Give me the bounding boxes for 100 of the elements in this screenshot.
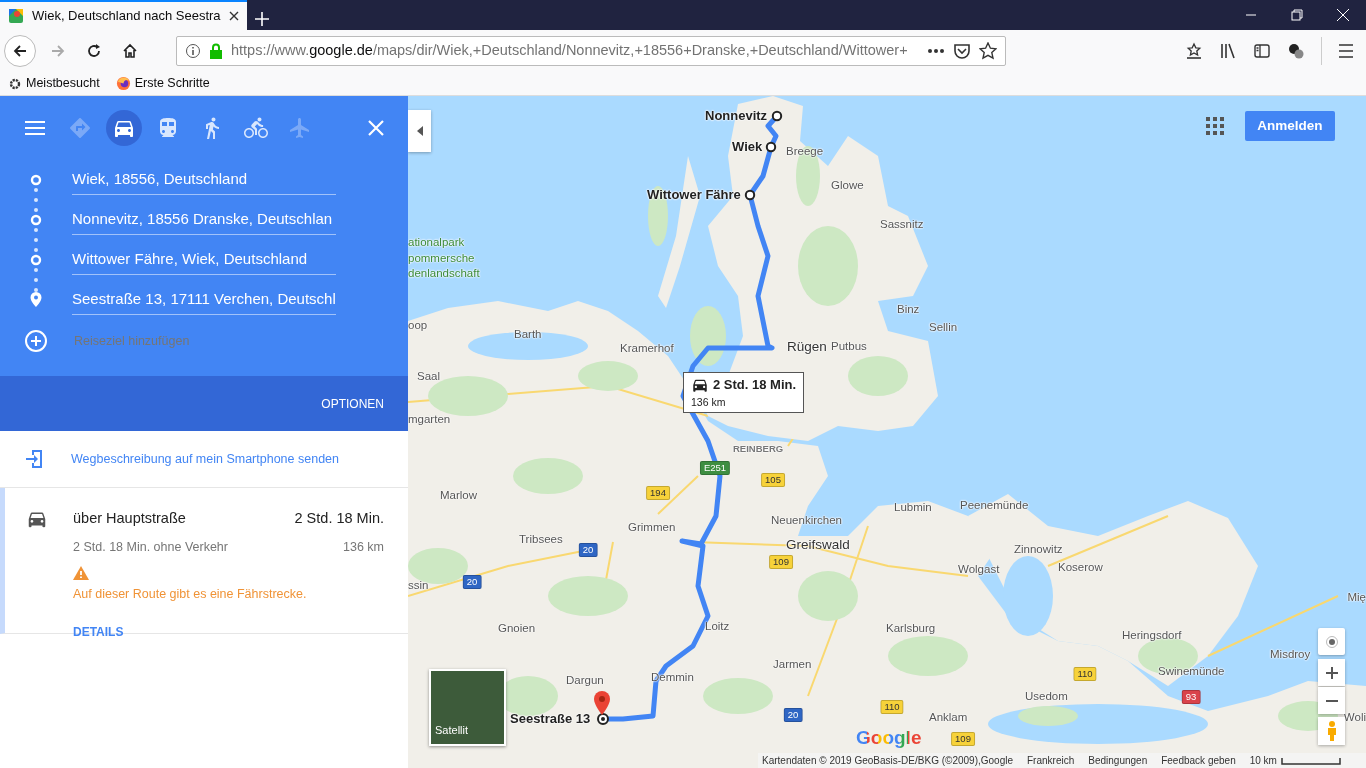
waypoint-marker-icon	[744, 189, 756, 201]
road-number-sign: 20	[578, 543, 598, 557]
fox-globe-icon	[115, 76, 131, 91]
locate-icon	[1324, 634, 1339, 649]
forest-area	[848, 356, 908, 396]
grid-icon	[1206, 117, 1224, 135]
pocket-icon	[953, 43, 971, 59]
location-field[interactable]: Seestraße 13, 17111 Verchen, Deutschl	[72, 285, 336, 315]
left-arrow-icon	[12, 43, 28, 59]
collapse-panel-button[interactable]	[408, 110, 431, 152]
route-name: über Hauptstraße	[73, 509, 186, 528]
plus-icon	[1325, 666, 1338, 679]
route-distance: 136 km	[343, 538, 384, 556]
place-label: Rügen	[787, 337, 827, 356]
place-label: Lubmin	[894, 500, 932, 516]
scale-label: 10 km	[1249, 754, 1277, 768]
waypoint-marker-icon	[771, 110, 783, 122]
place-label: Barth	[514, 327, 542, 343]
location-field[interactable]: Wiek, 18556, Deutschland	[72, 165, 336, 195]
place-label: Woli	[1343, 710, 1366, 726]
forest-area	[798, 571, 858, 621]
my-location-button[interactable]	[1318, 628, 1345, 655]
apps-button[interactable]	[1206, 117, 1224, 135]
bookmark-link[interactable]: Meistbesucht	[8, 74, 100, 93]
route-subtitle: 2 Std. 18 Min. ohne Verkehr	[73, 538, 228, 556]
place-label: Wolgast	[958, 562, 1000, 578]
more-dots-icon	[927, 48, 945, 54]
reading-list-button[interactable]	[1185, 42, 1203, 60]
close-window-icon	[1336, 8, 1350, 22]
map-pin-icon	[594, 691, 610, 715]
options-button[interactable]: OPTIONEN	[321, 394, 384, 413]
close-icon	[228, 11, 239, 21]
left-triangle-icon	[416, 126, 423, 136]
spheres-icon	[1287, 42, 1305, 60]
add-destination-field[interactable]: Reiseziel hinzufügen	[72, 330, 332, 352]
menu-icon	[1338, 44, 1354, 58]
right-arrow-icon	[50, 43, 66, 59]
place-label: Zinnowitz	[1014, 542, 1063, 558]
page-actions-button[interactable]	[927, 48, 945, 54]
send-to-phone-link[interactable]: Wegbeschreibung auf mein Smartphone senden	[0, 431, 408, 488]
place-label: Wittower Fähre	[647, 186, 741, 205]
footer-link[interactable]: Feedback geben	[1161, 753, 1236, 768]
place-label: ationalpark	[408, 235, 465, 251]
route-duration: 2 Std. 18 Min.	[294, 509, 384, 528]
library-icon	[1219, 42, 1237, 60]
info-icon	[185, 43, 201, 59]
pocket-button[interactable]	[953, 43, 971, 59]
new-tab-button[interactable]	[254, 12, 269, 26]
menu-button[interactable]	[1338, 44, 1354, 58]
library-button[interactable]	[1219, 42, 1237, 60]
close-button[interactable]	[368, 120, 384, 136]
place-label: Loitz	[705, 619, 730, 635]
restore-icon	[1290, 8, 1304, 22]
minimize-icon	[1246, 14, 1256, 16]
road-number-sign: 20	[783, 708, 803, 722]
bookmark-star-button[interactable]	[979, 42, 997, 60]
footer-link[interactable]: Frankreich	[1027, 753, 1075, 768]
bookmark-link[interactable]: Erste Schritte	[115, 74, 210, 93]
location-field[interactable]: Nonnevitz, 18556 Dranske, Deutschlan	[72, 205, 336, 235]
star-tray-icon	[1185, 42, 1203, 60]
close-tab-button[interactable]	[228, 11, 239, 21]
place-label: denlandschaft	[408, 266, 480, 282]
location-field[interactable]: Wittower Fähre, Wiek, Deutschland	[72, 245, 336, 275]
airplane-icon	[288, 116, 312, 140]
satellite-thumbnail[interactable]	[429, 669, 506, 746]
tab-title: Wiek, Deutschland nach Seestra	[32, 7, 221, 26]
place-label: pommersche	[408, 251, 475, 267]
road-number-sign: E251	[699, 461, 731, 475]
place-label: Gnoien	[498, 621, 536, 637]
place-label: Seestraße 13	[510, 710, 591, 729]
route-distance: 136 km	[691, 394, 727, 410]
place-label: Dargun	[566, 673, 604, 689]
place-label: Mię	[1347, 590, 1366, 606]
pegman-icon	[1326, 721, 1337, 741]
zoom-out-button[interactable]	[1318, 687, 1345, 714]
road-number-sign: 110	[880, 700, 904, 714]
place-label: REINBERG	[733, 441, 784, 456]
browser-tab[interactable]: Wiek, Deutschland nach Seestra	[0, 0, 247, 30]
place-label: Saal	[417, 369, 441, 385]
place-label: Usedom	[1025, 689, 1068, 705]
back-button[interactable]	[4, 35, 36, 67]
bicycle-icon	[244, 116, 268, 140]
address-bar[interactable]: https://www.google.de/maps/dir/Wiek,+Deutschland/Nonnevitz,+18556+Dranske,+Deutschland/Wittower+	[176, 36, 1006, 66]
home-icon	[122, 43, 138, 59]
sidebar-button[interactable]	[1253, 42, 1271, 60]
place-label: Glowe	[831, 178, 864, 194]
url-text: https://www.google.de/maps/dir/Wiek,+Deutschland/Nonnevitz,+18556+Dranske,+Deutschland/Wittower+	[231, 41, 909, 61]
footer-link[interactable]: Bedingungen	[1088, 753, 1148, 768]
road-number-sign: 109	[951, 732, 975, 746]
sign-in-button[interactable]: Anmelden	[1245, 111, 1335, 141]
map[interactable]	[408, 96, 1366, 768]
place-label: Swinemünde	[1158, 664, 1225, 680]
place-label: Sassnitz	[880, 217, 924, 233]
zoom-in-button[interactable]	[1318, 659, 1345, 686]
place-label: Karlsburg	[886, 621, 936, 637]
route-duration: 2 Std. 18 Min.	[713, 376, 797, 394]
place-label: Nonnevitz	[705, 107, 768, 126]
driving-tab[interactable]	[106, 110, 142, 146]
extension-button[interactable]	[1287, 42, 1305, 60]
forest-area	[513, 458, 583, 494]
